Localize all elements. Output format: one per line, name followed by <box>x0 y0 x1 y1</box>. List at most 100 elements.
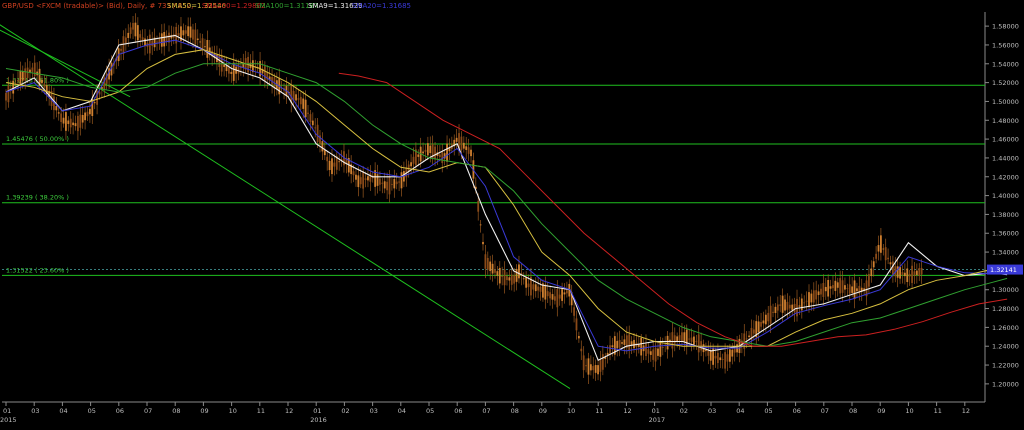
candle-body <box>748 335 750 338</box>
candle-body <box>745 338 748 340</box>
candle-body <box>901 272 904 276</box>
candle-body <box>60 113 63 122</box>
y-tick-label: 1.44000 <box>992 154 1019 162</box>
candle-body <box>230 71 233 74</box>
candle-body <box>532 284 535 290</box>
candle-body <box>788 304 791 309</box>
candle-body <box>122 36 125 54</box>
candle-body <box>57 112 60 114</box>
candle-body <box>26 67 29 79</box>
x-year-label: 2017 <box>649 416 666 424</box>
y-tick-label: 1.40000 <box>992 192 1019 200</box>
candle-body <box>163 32 166 47</box>
candle-body <box>880 235 882 253</box>
candle-body <box>127 32 130 38</box>
candle-body <box>462 142 465 149</box>
candle-body <box>717 352 719 364</box>
candle-body <box>839 278 842 294</box>
candle-body <box>295 94 297 101</box>
candle-body <box>827 280 830 297</box>
candle-body <box>184 30 187 34</box>
candle-body <box>316 124 319 143</box>
candle-body <box>834 280 837 291</box>
candle-body <box>486 257 489 270</box>
candle-body <box>609 345 611 355</box>
y-tick-label: 1.30000 <box>992 286 1019 294</box>
candle-body <box>791 304 794 311</box>
candle-body <box>158 38 161 43</box>
candle-body <box>872 261 875 268</box>
candle-body <box>592 366 595 371</box>
candle-body <box>323 150 326 156</box>
candle-body <box>518 264 520 279</box>
candle-body <box>673 335 676 344</box>
chart-root: GBP/USD <FXCM (tradable)> (Bid), Daily, … <box>0 0 1024 426</box>
x-tick-label: 01 <box>3 407 11 415</box>
candle-body <box>676 336 679 341</box>
candle-body <box>86 111 89 117</box>
candle-body <box>7 84 10 103</box>
candle-body <box>920 267 923 275</box>
y-tick-label: 1.52000 <box>992 79 1019 87</box>
y-tick-label: 1.20000 <box>992 380 1019 388</box>
candle-body <box>204 46 206 48</box>
candle-body <box>455 137 458 142</box>
x-tick-label: 08 <box>849 407 857 415</box>
candle-body <box>594 364 597 373</box>
candle-body <box>719 357 722 361</box>
candle-body <box>714 355 717 359</box>
candle-body <box>328 160 331 171</box>
candle-body <box>911 265 913 284</box>
candle-body <box>479 224 482 226</box>
candle-body <box>417 154 420 157</box>
candle-body <box>829 286 832 289</box>
candle-body <box>611 345 614 348</box>
trendline-upper <box>0 24 571 390</box>
candle-body <box>558 294 561 299</box>
candle-body <box>846 288 849 289</box>
candle-body <box>582 355 585 371</box>
candle-body <box>223 64 226 67</box>
candle-body <box>503 269 506 286</box>
candle-body <box>815 290 818 300</box>
candle-body <box>263 66 266 81</box>
candle-body <box>510 274 513 285</box>
candle-body <box>156 41 158 43</box>
x-tick-label: 12 <box>962 407 970 415</box>
candle-body <box>62 117 65 124</box>
candle-body <box>362 171 365 189</box>
y-tick-label: 1.36000 <box>992 230 1019 238</box>
candle-body <box>19 70 22 85</box>
candle-body <box>544 284 547 300</box>
candle-body <box>779 304 782 306</box>
x-tick-label: 07 <box>144 407 152 415</box>
candle-body <box>870 268 873 277</box>
candle-body <box>913 271 916 276</box>
candle-body <box>685 329 688 347</box>
candle-body <box>781 295 784 313</box>
candle-body <box>903 272 906 277</box>
candle-body <box>194 29 197 45</box>
x-tick-label: 10 <box>567 407 575 415</box>
candle-body <box>120 48 122 51</box>
candle-body <box>5 92 7 101</box>
candle-body <box>597 365 599 375</box>
candle-body <box>165 35 168 42</box>
candle-body <box>784 299 786 311</box>
candle-body <box>491 263 494 274</box>
candle-body <box>808 292 810 308</box>
candle-body <box>311 120 314 126</box>
candle-body <box>498 267 501 284</box>
candle-body <box>853 280 856 300</box>
candle-body <box>633 339 635 349</box>
y-tick-label: 1.28000 <box>992 305 1019 313</box>
candle-body <box>683 332 686 343</box>
candle-body <box>654 347 657 362</box>
y-tick-label: 1.42000 <box>992 173 1019 181</box>
candle-body <box>391 184 393 185</box>
candle-body <box>352 171 355 176</box>
candle-body <box>810 293 813 303</box>
x-tick-label: 05 <box>88 407 96 415</box>
candle-body <box>470 149 472 157</box>
y-tick-label: 1.54000 <box>992 60 1019 68</box>
